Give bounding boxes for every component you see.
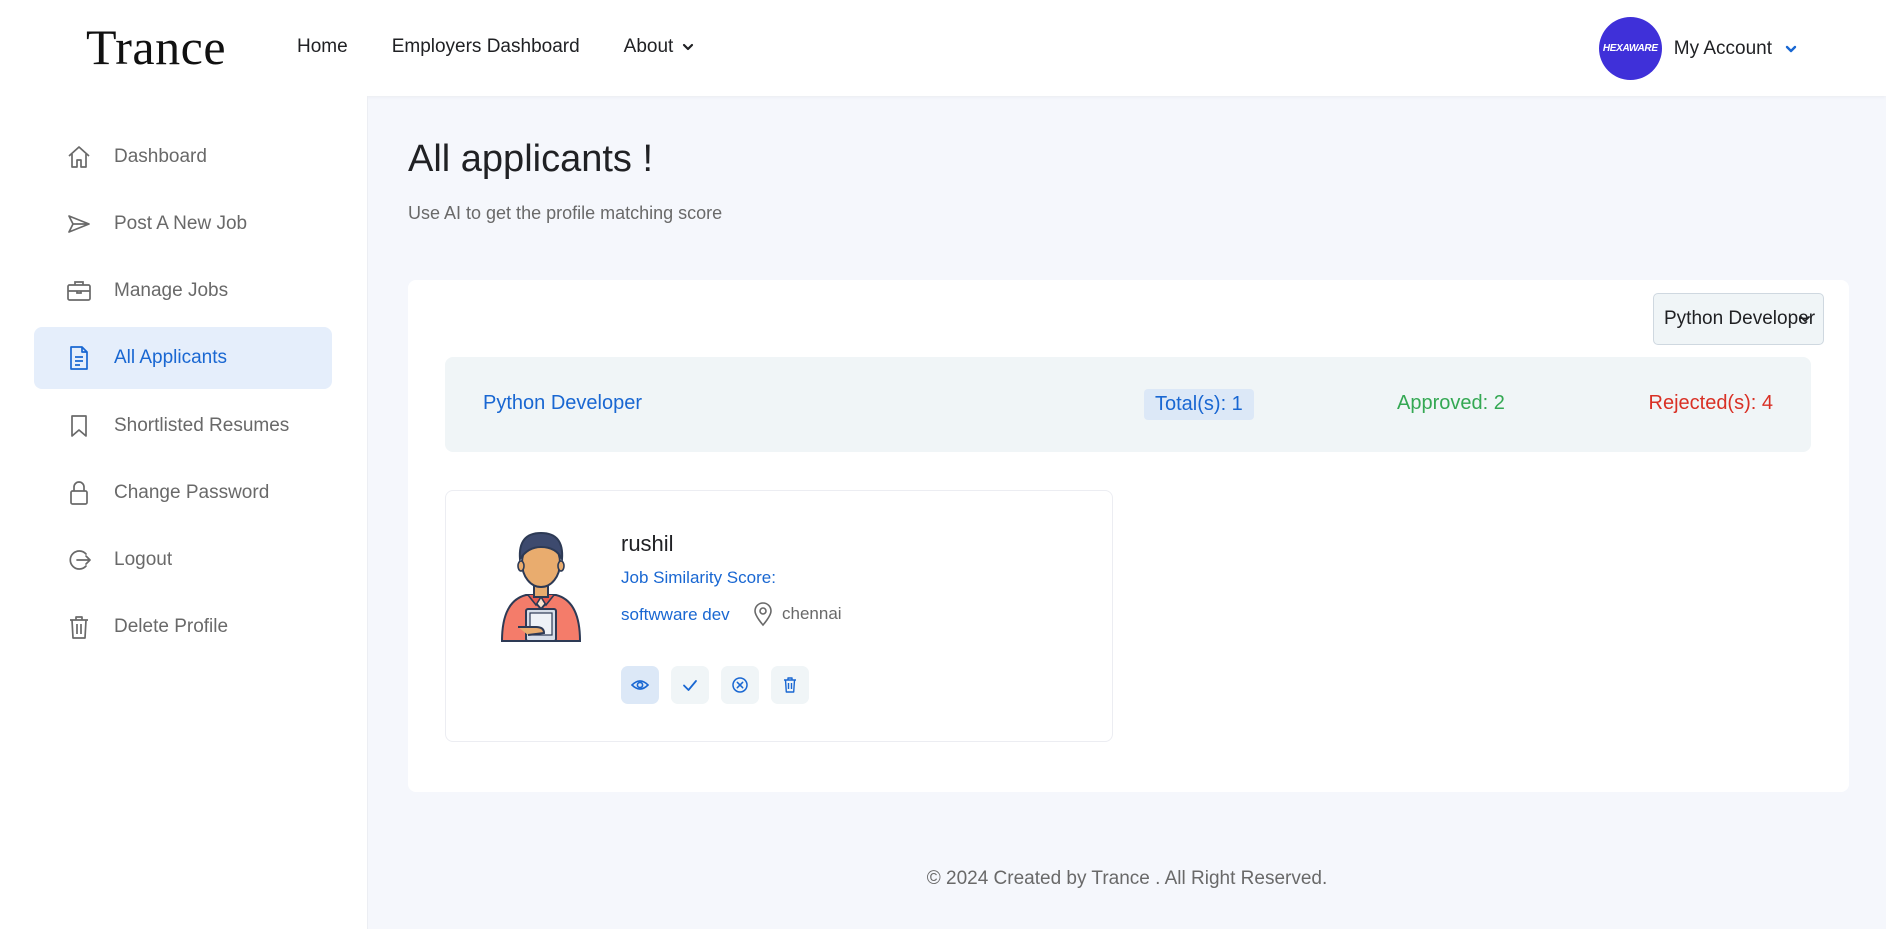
document-icon xyxy=(70,346,88,370)
sidebar-item-logout[interactable]: Logout xyxy=(34,529,332,591)
delete-applicant-button[interactable] xyxy=(771,666,809,704)
rejected-count: Rejected(s): 4 xyxy=(1648,392,1774,414)
home-icon xyxy=(68,146,90,168)
top-header: Trance Home Employers Dashboard About HE… xyxy=(0,0,1886,96)
sidebar-item-shortlisted-resumes[interactable]: Shortlisted Resumes xyxy=(34,395,332,457)
job-summary: Python Developer Total(s): 1 Approved: 2… xyxy=(445,357,1811,452)
candidate-location: chennai xyxy=(752,601,842,627)
total-badge: Total(s): 1 xyxy=(1144,389,1254,420)
close-circle-icon xyxy=(732,677,748,693)
page-title: All applicants ! xyxy=(408,138,654,180)
sidebar-item-label: All Applicants xyxy=(114,347,228,368)
briefcase-icon xyxy=(67,281,91,301)
view-applicant-button[interactable] xyxy=(621,666,659,704)
paper-plane-icon xyxy=(68,215,90,233)
candidate-name[interactable]: rushil xyxy=(621,531,674,557)
nav-home[interactable]: Home xyxy=(297,36,348,58)
approve-applicant-button[interactable] xyxy=(671,666,709,704)
eye-icon xyxy=(631,680,649,690)
trash-icon xyxy=(70,616,88,639)
sidebar-item-label: Change Password xyxy=(114,482,270,503)
my-account-label: My Account xyxy=(1673,37,1772,59)
nav-about-label: About xyxy=(623,36,674,57)
chevron-down-icon xyxy=(1800,316,1810,322)
lock-icon xyxy=(70,481,88,505)
job-similarity-score: Job Similarity Score: xyxy=(621,568,776,587)
chevron-down-icon xyxy=(1785,45,1797,52)
map-pin-icon xyxy=(754,602,772,627)
sidebar-item-change-password[interactable]: Change Password xyxy=(34,462,332,524)
sidebar-item-delete-profile[interactable]: Delete Profile xyxy=(34,596,332,658)
sidebar-item-label: Manage Jobs xyxy=(114,280,229,301)
trash-icon xyxy=(784,677,796,693)
candidate-avatar xyxy=(500,531,582,642)
sidebar-item-label: Post A New Job xyxy=(114,213,248,234)
sidebar: Dashboard Post A New Job Manage Jobs All… xyxy=(0,96,368,929)
summary-job-title[interactable]: Python Developer xyxy=(483,392,642,415)
check-icon xyxy=(683,680,697,691)
chevron-down-icon xyxy=(683,43,694,51)
sidebar-item-label: Shortlisted Resumes xyxy=(114,415,290,436)
footer-copyright: © 2024 Created by Trance . All Right Res… xyxy=(926,868,1328,889)
main-nav: Home Employers Dashboard About xyxy=(297,36,695,58)
candidate-role: softwware dev xyxy=(621,605,730,624)
nav-about[interactable]: About xyxy=(624,36,696,58)
bookmark-icon xyxy=(71,415,87,437)
sidebar-item-label: Dashboard xyxy=(114,146,207,167)
page-subtitle: Use AI to get the profile matching score xyxy=(408,203,723,223)
site-logo[interactable]: Trance xyxy=(86,18,226,76)
applicant-actions xyxy=(621,666,809,704)
candidate-location-text: chennai xyxy=(782,604,842,623)
sidebar-item-all-applicants[interactable]: All Applicants xyxy=(34,327,332,389)
sidebar-item-post-job[interactable]: Post A New Job xyxy=(34,193,332,255)
sidebar-item-label: Delete Profile xyxy=(114,616,229,637)
account-menu[interactable]: HEXAWARE My Account xyxy=(1598,17,1798,80)
applicant-card: rushil Job Similarity Score: softwware d… xyxy=(445,490,1113,742)
reject-applicant-button[interactable] xyxy=(721,666,759,704)
sidebar-item-label: Logout xyxy=(114,549,173,570)
nav-employers-dashboard[interactable]: Employers Dashboard xyxy=(392,36,580,58)
approved-count: Approved: 2 xyxy=(1397,392,1505,414)
job-select[interactable]: Python Developer xyxy=(1653,293,1824,345)
logout-icon xyxy=(69,550,91,570)
applicants-panel: Python Developer Python Developer Total(… xyxy=(408,280,1849,792)
sidebar-item-dashboard[interactable]: Dashboard xyxy=(34,126,332,188)
company-avatar: HEXAWARE xyxy=(1598,17,1662,80)
job-select-value: Python Developer xyxy=(1664,308,1816,329)
sidebar-item-manage-jobs[interactable]: Manage Jobs xyxy=(34,260,332,322)
